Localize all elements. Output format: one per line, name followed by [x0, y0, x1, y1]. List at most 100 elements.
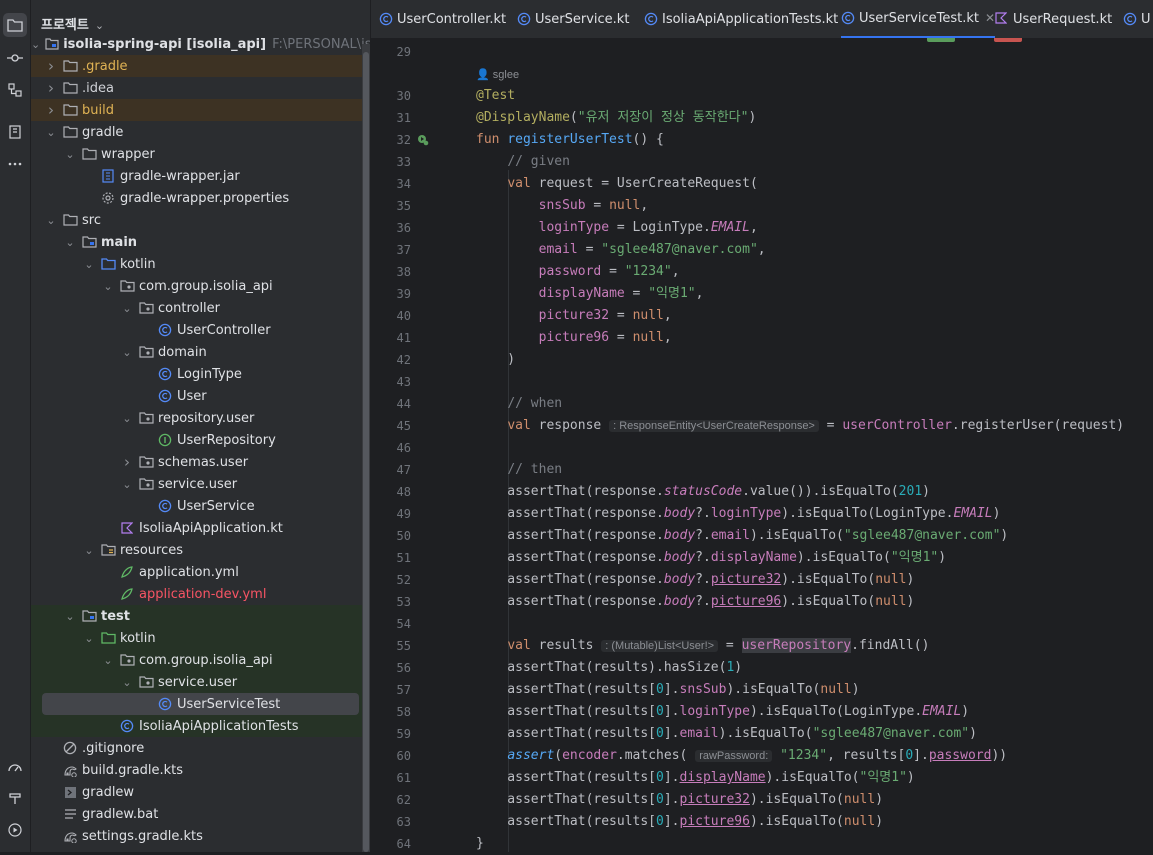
run-test-icon[interactable]: [417, 134, 429, 150]
folder-icon: [62, 80, 78, 96]
chevron-down-icon[interactable]: ⌄: [102, 654, 114, 667]
interface-icon: [157, 432, 173, 448]
chevron-down-icon[interactable]: ⌄: [64, 148, 76, 161]
tab-userrequest-kt[interactable]: UserRequest.kt: [995, 0, 1112, 38]
project-scrollbar[interactable]: [362, 44, 370, 852]
tree-item[interactable]: ⌄ service.user: [31, 671, 370, 693]
display-name-string: "유저 저장이 정상 동작한다": [577, 110, 749, 125]
project-panel-title[interactable]: 프로젝트 ⌄: [41, 14, 104, 33]
tree-item[interactable]: ⌄ com.group.isolia_api: [31, 275, 370, 297]
chevron-down-icon[interactable]: ⌄: [95, 19, 104, 32]
tree-item[interactable]: ⌄ gradle: [31, 121, 370, 143]
chevron-down-icon[interactable]: ⌄: [102, 280, 114, 293]
line-number: 50: [396, 529, 411, 543]
tree-item[interactable]: gradlew.bat: [31, 803, 370, 825]
tree-item[interactable]: application-dev.yml: [31, 583, 370, 605]
tree-item[interactable]: ⌄ kotlin: [31, 627, 370, 649]
tree-item-label: wrapper: [101, 146, 155, 162]
tree-item[interactable]: UserRepository: [31, 429, 370, 451]
tree-item-label: gradlew: [82, 784, 135, 800]
tree-item[interactable]: IsoliaApiApplication.kt: [31, 517, 370, 539]
chevron-down-icon[interactable]: ⌄: [121, 302, 133, 315]
tree-root[interactable]: ⌄ isolia-spring-api [isolia_api] F:\PERS…: [31, 33, 370, 55]
tree-item-label: com.group.isolia_api: [139, 278, 273, 294]
tree-item[interactable]: gradle-wrapper.jar: [31, 165, 370, 187]
chevron-down-icon[interactable]: ⌄: [45, 214, 57, 227]
code-editor[interactable]: 👤 sglee @Test @DisplayName("유저 저장이 정상 동작…: [441, 38, 1153, 852]
chevron-down-icon[interactable]: ⌄: [31, 38, 40, 51]
chevron-down-icon[interactable]: ⌄: [83, 258, 95, 271]
tab-usercontroller-kt[interactable]: UserController.kt: [379, 0, 506, 38]
tree-item[interactable]: UserService: [31, 495, 370, 517]
chevron-down-icon[interactable]: ⌄: [45, 126, 57, 139]
tab-userservicetest-kt[interactable]: UserServiceTest.kt ✕: [841, 0, 996, 38]
bookmarks-icon[interactable]: [3, 120, 27, 144]
tree-item[interactable]: › build: [31, 99, 370, 121]
line-number: 51: [396, 551, 411, 565]
tree-item[interactable]: ⌄ controller: [31, 297, 370, 319]
chevron-down-icon[interactable]: ⌄: [121, 676, 133, 689]
structure-icon[interactable]: [3, 78, 27, 102]
chevron-right-icon[interactable]: ›: [45, 79, 57, 97]
code-line-57: assertThat(results[0].snsSub).isEqualTo(…: [476, 682, 860, 697]
tree-item[interactable]: ⌄ resources: [31, 539, 370, 561]
tree-item[interactable]: ⌄ domain: [31, 341, 370, 363]
code-author-hint[interactable]: 👤 sglee: [476, 68, 519, 81]
chevron-right-icon[interactable]: ›: [45, 57, 57, 75]
chevron-right-icon[interactable]: ›: [45, 101, 57, 119]
tree-item[interactable]: ⌄ test: [31, 605, 370, 627]
tree-item[interactable]: ⌄ repository.user: [31, 407, 370, 429]
tab-userservice-kt[interactable]: UserService.kt: [517, 0, 629, 38]
chevron-right-icon[interactable]: ›: [121, 453, 133, 471]
services-icon[interactable]: [3, 818, 27, 842]
tree-item[interactable]: UserServiceTest: [31, 693, 370, 715]
chevron-down-icon[interactable]: ⌄: [121, 412, 133, 425]
tree-item[interactable]: build.gradle.kts: [31, 759, 370, 781]
tree-item[interactable]: ⌄ wrapper: [31, 143, 370, 165]
close-icon[interactable]: ✕: [985, 11, 995, 25]
build-icon[interactable]: [3, 786, 27, 810]
tree-item[interactable]: IsoliaApiApplicationTests: [31, 715, 370, 737]
tree-item-label: LoginType: [177, 366, 242, 382]
code-line-62: assertThat(results[0].picture32).isEqual…: [476, 792, 884, 807]
chevron-down-icon[interactable]: ⌄: [121, 478, 133, 491]
code-line-41: picture96 = null,: [538, 330, 672, 345]
code-line-59: assertThat(results[0].email).isEqualTo("…: [476, 726, 977, 741]
chevron-down-icon[interactable]: ⌄: [83, 632, 95, 645]
tree-item[interactable]: › schemas.user: [31, 451, 370, 473]
tree-item[interactable]: gradlew: [31, 781, 370, 803]
tree-item[interactable]: gradle-wrapper.properties: [31, 187, 370, 209]
tree-item[interactable]: ⌄ main: [31, 231, 370, 253]
tab-isoliaapiapplicationtests-kt[interactable]: IsoliaApiApplicationTests.kt: [644, 0, 838, 38]
tree-item[interactable]: ⌄ com.group.isolia_api: [31, 649, 370, 671]
tree-item[interactable]: .gitignore: [31, 737, 370, 759]
tree-item[interactable]: User: [31, 385, 370, 407]
tree-item-label: .gitignore: [82, 740, 145, 756]
code-line-63: assertThat(results[0].picture96).isEqual…: [476, 814, 884, 829]
tree-item[interactable]: ⌄ service.user: [31, 473, 370, 495]
tree-item-label: service.user: [158, 674, 238, 690]
tree-item[interactable]: LoginType: [31, 363, 370, 385]
tab-label: UserServiceTest.kt: [859, 10, 980, 26]
chevron-down-icon[interactable]: ⌄: [83, 544, 95, 557]
tree-item[interactable]: settings.gradle.kts: [31, 825, 370, 847]
tree-item[interactable]: UserController: [31, 319, 370, 341]
tree-item[interactable]: › .idea: [31, 77, 370, 99]
tree-item[interactable]: ⌄ kotlin: [31, 253, 370, 275]
profiler-icon[interactable]: [3, 755, 27, 779]
line-number: 42: [396, 353, 411, 367]
tree-item[interactable]: › .gradle: [31, 55, 370, 77]
tree-item[interactable]: application.yml: [31, 561, 370, 583]
line-number: 43: [396, 375, 411, 389]
folder-icon: [62, 58, 78, 74]
chevron-down-icon[interactable]: ⌄: [121, 346, 133, 359]
tree-item[interactable]: ⌄ src: [31, 209, 370, 231]
line-number: 56: [396, 661, 411, 675]
project-scrollbar-thumb[interactable]: [363, 52, 369, 852]
chevron-down-icon[interactable]: ⌄: [64, 610, 76, 623]
chevron-down-icon[interactable]: ⌄: [64, 236, 76, 249]
commit-icon[interactable]: [3, 46, 27, 70]
tab-u[interactable]: U: [1123, 0, 1151, 38]
more-icon[interactable]: [3, 152, 27, 176]
project-folder-icon[interactable]: [3, 13, 27, 37]
